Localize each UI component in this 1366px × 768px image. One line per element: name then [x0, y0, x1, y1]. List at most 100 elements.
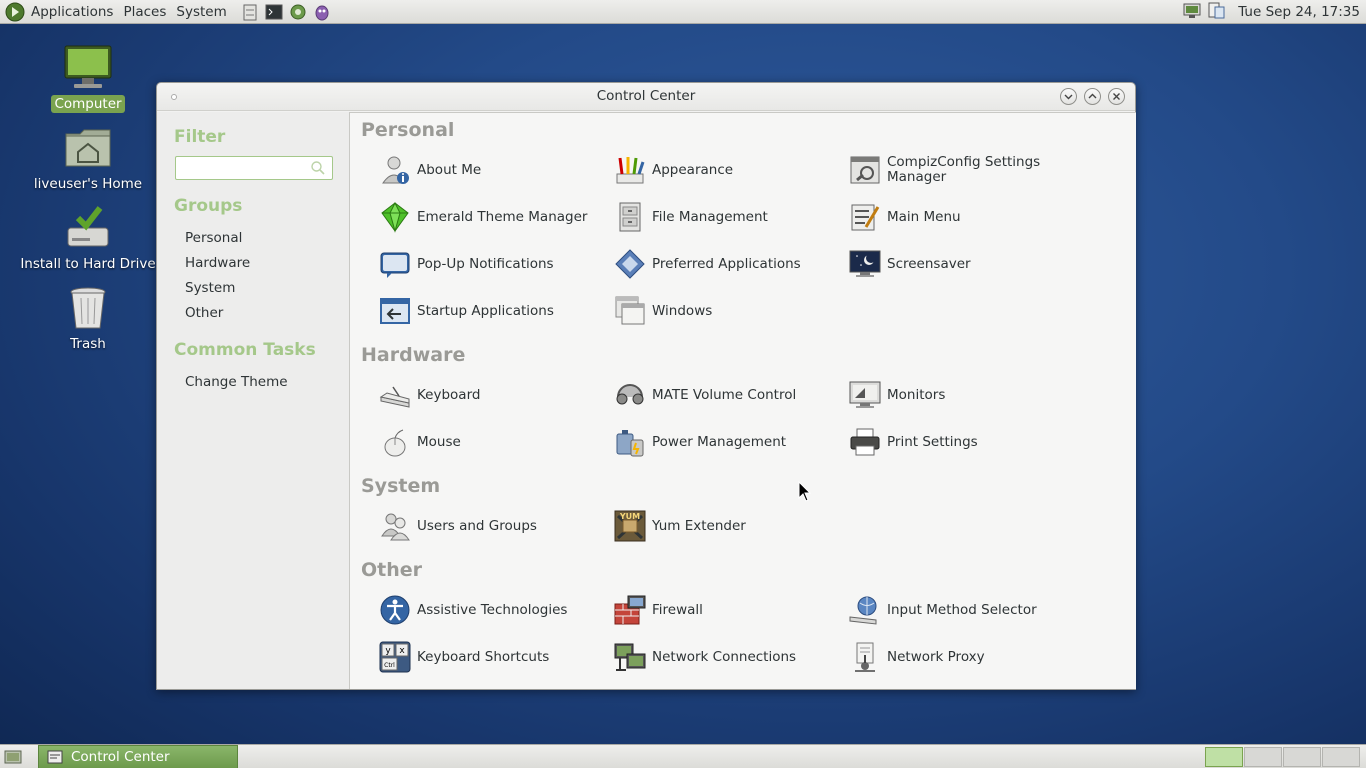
keyboard-icon — [379, 379, 411, 411]
section-heading-system: System — [361, 475, 441, 497]
places-menu[interactable]: Places — [118, 4, 171, 20]
item-label: Windows — [652, 302, 713, 319]
desktop-icon-label: Install to Hard Drive — [20, 256, 156, 272]
item-label: File Management — [652, 208, 768, 225]
appearance-icon — [614, 154, 646, 186]
item-label: Firewall — [652, 601, 703, 618]
system-menu[interactable]: System — [171, 4, 231, 20]
item-label: Input Method Selector — [887, 601, 1037, 618]
item-label: Print Settings — [887, 433, 978, 450]
file-manager-icon[interactable] — [240, 2, 260, 22]
workspace-3[interactable] — [1283, 747, 1321, 767]
item-label: Screensaver — [887, 255, 971, 272]
trash-icon — [62, 284, 114, 332]
terminal-icon[interactable] — [264, 2, 284, 22]
workspace-1[interactable] — [1205, 747, 1243, 767]
yum-extender-icon: YUM — [614, 510, 646, 542]
item-compizconfig[interactable]: CompizConfig Settings Manager — [849, 152, 1089, 188]
pidgin-icon[interactable] — [312, 2, 332, 22]
close-button[interactable] — [1108, 88, 1125, 105]
item-power-management[interactable]: Power Management — [614, 424, 844, 460]
item-preferred-applications[interactable]: Preferred Applications — [614, 246, 844, 282]
power-management-icon — [614, 426, 646, 458]
chevron-up-icon — [1088, 93, 1097, 99]
item-yum-extender[interactable]: YUM Yum Extender — [614, 508, 844, 544]
svg-text:x: x — [399, 646, 405, 656]
top-panel: Applications Places System Tue Sep 24, 1… — [0, 0, 1366, 24]
item-keyboard[interactable]: Keyboard — [379, 377, 609, 413]
desktop-icon-trash[interactable]: Trash — [18, 284, 158, 353]
content-area: Personal About Me Appearance CompizConfi… — [349, 112, 1136, 689]
group-link-hardware[interactable]: Hardware — [185, 255, 250, 271]
item-network-connections[interactable]: Network Connections — [614, 639, 844, 675]
item-label: Pop-Up Notifications — [417, 255, 554, 272]
item-mouse[interactable]: Mouse — [379, 424, 609, 460]
taskbar-button-label: Control Center — [71, 749, 170, 765]
item-network-proxy[interactable]: Network Proxy — [849, 639, 1079, 675]
section-heading-other: Other — [361, 559, 423, 581]
preferred-applications-icon — [614, 248, 646, 280]
item-label: Assistive Technologies — [417, 601, 568, 618]
keyboard-shortcuts-icon: y x Ctrl — [379, 641, 411, 673]
network-icon[interactable] — [288, 2, 308, 22]
item-keyboard-shortcuts[interactable]: y x Ctrl Keyboard Shortcuts — [379, 639, 609, 675]
close-icon — [1113, 93, 1120, 100]
desktop-icon-home[interactable]: liveuser's Home — [18, 124, 158, 193]
clipboard-icon[interactable] — [1206, 1, 1226, 23]
mate-logo-icon[interactable] — [4, 1, 26, 23]
compizconfig-icon — [849, 154, 881, 186]
window-titlebar[interactable]: Control Center — [157, 83, 1135, 111]
desktop-icon-label: Computer — [51, 95, 125, 113]
common-tasks-heading: Common Tasks — [174, 340, 316, 360]
minimize-button[interactable] — [1060, 88, 1077, 105]
item-label: Users and Groups — [417, 517, 537, 534]
group-link-system[interactable]: System — [185, 280, 235, 296]
install-drive-icon — [62, 204, 114, 252]
item-input-method-selector[interactable]: Input Method Selector — [849, 592, 1079, 628]
item-label: Power Management — [652, 433, 787, 450]
item-assistive-technologies[interactable]: Assistive Technologies — [379, 592, 609, 628]
workspace-4[interactable] — [1322, 747, 1360, 767]
item-print-settings[interactable]: Print Settings — [849, 424, 1079, 460]
change-theme-link[interactable]: Change Theme — [185, 374, 288, 390]
workspace-2[interactable] — [1244, 747, 1282, 767]
filter-input[interactable] — [176, 157, 304, 179]
filter-search-box[interactable] — [175, 156, 333, 180]
item-file-management[interactable]: File Management — [614, 199, 844, 235]
item-about-me[interactable]: About Me — [379, 152, 609, 188]
item-label: Keyboard — [417, 386, 481, 403]
clock[interactable]: Tue Sep 24, 17:35 — [1238, 4, 1360, 20]
users-groups-icon — [379, 510, 411, 542]
taskbar-button-control-center[interactable]: Control Center — [38, 745, 238, 768]
maximize-button[interactable] — [1084, 88, 1101, 105]
item-windows[interactable]: Windows — [614, 293, 844, 329]
item-screensaver[interactable]: Screensaver — [849, 246, 1079, 282]
group-link-other[interactable]: Other — [185, 305, 223, 321]
item-firewall[interactable]: Firewall — [614, 592, 844, 628]
item-popup-notifications[interactable]: Pop-Up Notifications — [379, 246, 609, 282]
desktop-icon-label: liveuser's Home — [33, 176, 143, 192]
window-title: Control Center — [596, 88, 696, 104]
item-emerald-theme-manager[interactable]: Emerald Theme Manager — [379, 199, 609, 235]
show-desktop-icon[interactable] — [4, 749, 22, 765]
printer-icon — [849, 426, 881, 458]
mouse-icon — [379, 426, 411, 458]
item-appearance[interactable]: Appearance — [614, 152, 844, 188]
item-users-and-groups[interactable]: Users and Groups — [379, 508, 609, 544]
groups-heading: Groups — [174, 196, 243, 216]
item-label: Yum Extender — [652, 517, 746, 534]
group-link-personal[interactable]: Personal — [185, 230, 242, 246]
desktop-icon-install[interactable]: Install to Hard Drive — [18, 204, 158, 273]
item-startup-applications[interactable]: Startup Applications — [379, 293, 609, 329]
control-center-icon — [47, 750, 63, 764]
item-main-menu[interactable]: Main Menu — [849, 199, 1079, 235]
desktop-icon-computer[interactable]: Computer — [18, 44, 158, 113]
network-status-icon[interactable] — [1182, 1, 1202, 23]
item-mate-volume-control[interactable]: MATE Volume Control — [614, 377, 844, 413]
item-monitors[interactable]: Monitors — [849, 377, 1079, 413]
item-label: CompizConfig Settings Manager — [887, 154, 1041, 185]
item-label: Emerald Theme Manager — [417, 208, 588, 225]
applications-menu[interactable]: Applications — [26, 4, 118, 20]
svg-text:Ctrl: Ctrl — [384, 662, 395, 669]
volume-control-icon — [614, 379, 646, 411]
